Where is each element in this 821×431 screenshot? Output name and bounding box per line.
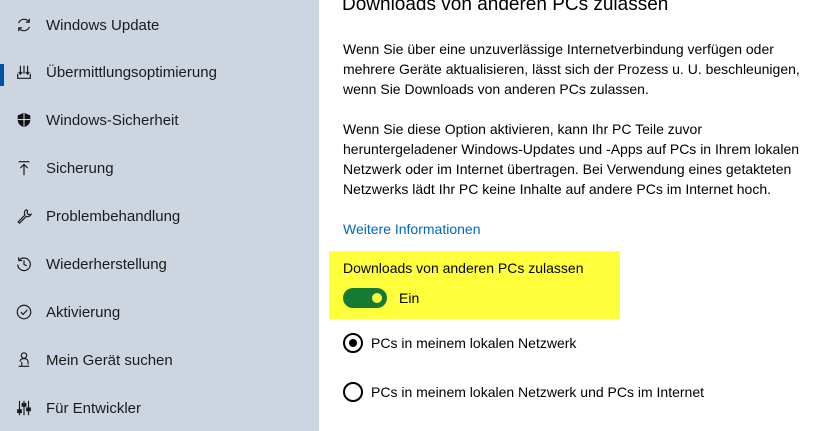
sidebar-item-label: Problembehandlung bbox=[46, 207, 181, 225]
developer-sliders-icon bbox=[14, 398, 34, 418]
sidebar-item-backup[interactable]: Sicherung bbox=[0, 148, 319, 188]
delivery-optimization-icon bbox=[14, 62, 34, 82]
radio-button[interactable] bbox=[343, 382, 363, 402]
sidebar-item-troubleshoot[interactable]: Problembehandlung bbox=[0, 196, 319, 236]
sidebar-item-delivery-optimization[interactable]: Übermittlungsoptimierung bbox=[0, 52, 319, 92]
settings-content: Downloads von anderen PCs zulassen Wenn … bbox=[319, 0, 821, 431]
sidebar-item-recovery[interactable]: Wiederherstellung bbox=[0, 244, 319, 284]
sidebar-item-windows-update[interactable]: Windows Update bbox=[0, 5, 319, 45]
sidebar-item-label: Für Entwickler bbox=[46, 399, 142, 417]
refresh-icon bbox=[14, 15, 34, 35]
shield-icon bbox=[14, 110, 34, 130]
radio-local-and-internet[interactable]: PCs in meinem lokalen Netzwerk und PCs i… bbox=[343, 381, 704, 403]
backup-arrow-icon bbox=[14, 158, 34, 178]
toggle-state-label: Ein bbox=[399, 290, 420, 306]
person-locate-icon bbox=[14, 350, 34, 370]
description-paragraph-2: Wenn Sie diese Option aktivieren, kann I… bbox=[343, 121, 800, 197]
radio-label: PCs in meinem lokalen Netzwerk und PCs i… bbox=[371, 384, 705, 400]
toggle-caption: Downloads von anderen PCs zulassen bbox=[343, 260, 584, 276]
radio-button-checked[interactable] bbox=[343, 333, 363, 353]
sidebar-item-find-my-device[interactable]: Mein Gerät suchen bbox=[0, 340, 319, 380]
sidebar-item-activation[interactable]: Aktivierung bbox=[0, 292, 319, 332]
recovery-icon bbox=[14, 254, 34, 274]
sidebar-item-windows-security[interactable]: Windows-Sicherheit bbox=[0, 100, 319, 140]
sidebar-item-label: Sicherung bbox=[46, 159, 114, 177]
allow-downloads-toggle[interactable] bbox=[343, 288, 387, 308]
sidebar-item-label: Übermittlungsoptimierung bbox=[46, 63, 217, 81]
page-title: Downloads von anderen PCs zulassen bbox=[342, 0, 669, 15]
radio-label: PCs in meinem lokalen Netzwerk bbox=[371, 335, 577, 351]
more-info-link[interactable]: Weitere Informationen bbox=[343, 219, 480, 239]
description-paragraph-1: Wenn Sie über eine unzuverlässige Intern… bbox=[343, 41, 800, 97]
sidebar-item-label: Windows-Sicherheit bbox=[46, 111, 179, 129]
wrench-icon bbox=[14, 206, 34, 226]
sidebar-item-label: Wiederherstellung bbox=[46, 255, 167, 273]
check-circle-icon bbox=[14, 302, 34, 322]
sidebar-item-label: Mein Gerät suchen bbox=[46, 351, 173, 369]
sidebar-item-label: Windows Update bbox=[46, 16, 160, 34]
sidebar-item-for-developers[interactable]: Für Entwickler bbox=[0, 388, 319, 428]
toggle-knob bbox=[372, 293, 382, 303]
sidebar: Windows Update Übermittlungsoptimierung … bbox=[0, 0, 319, 431]
radio-local-network[interactable]: PCs in meinem lokalen Netzwerk bbox=[343, 332, 576, 354]
sidebar-item-label: Aktivierung bbox=[46, 303, 121, 321]
selection-indicator bbox=[0, 64, 4, 86]
